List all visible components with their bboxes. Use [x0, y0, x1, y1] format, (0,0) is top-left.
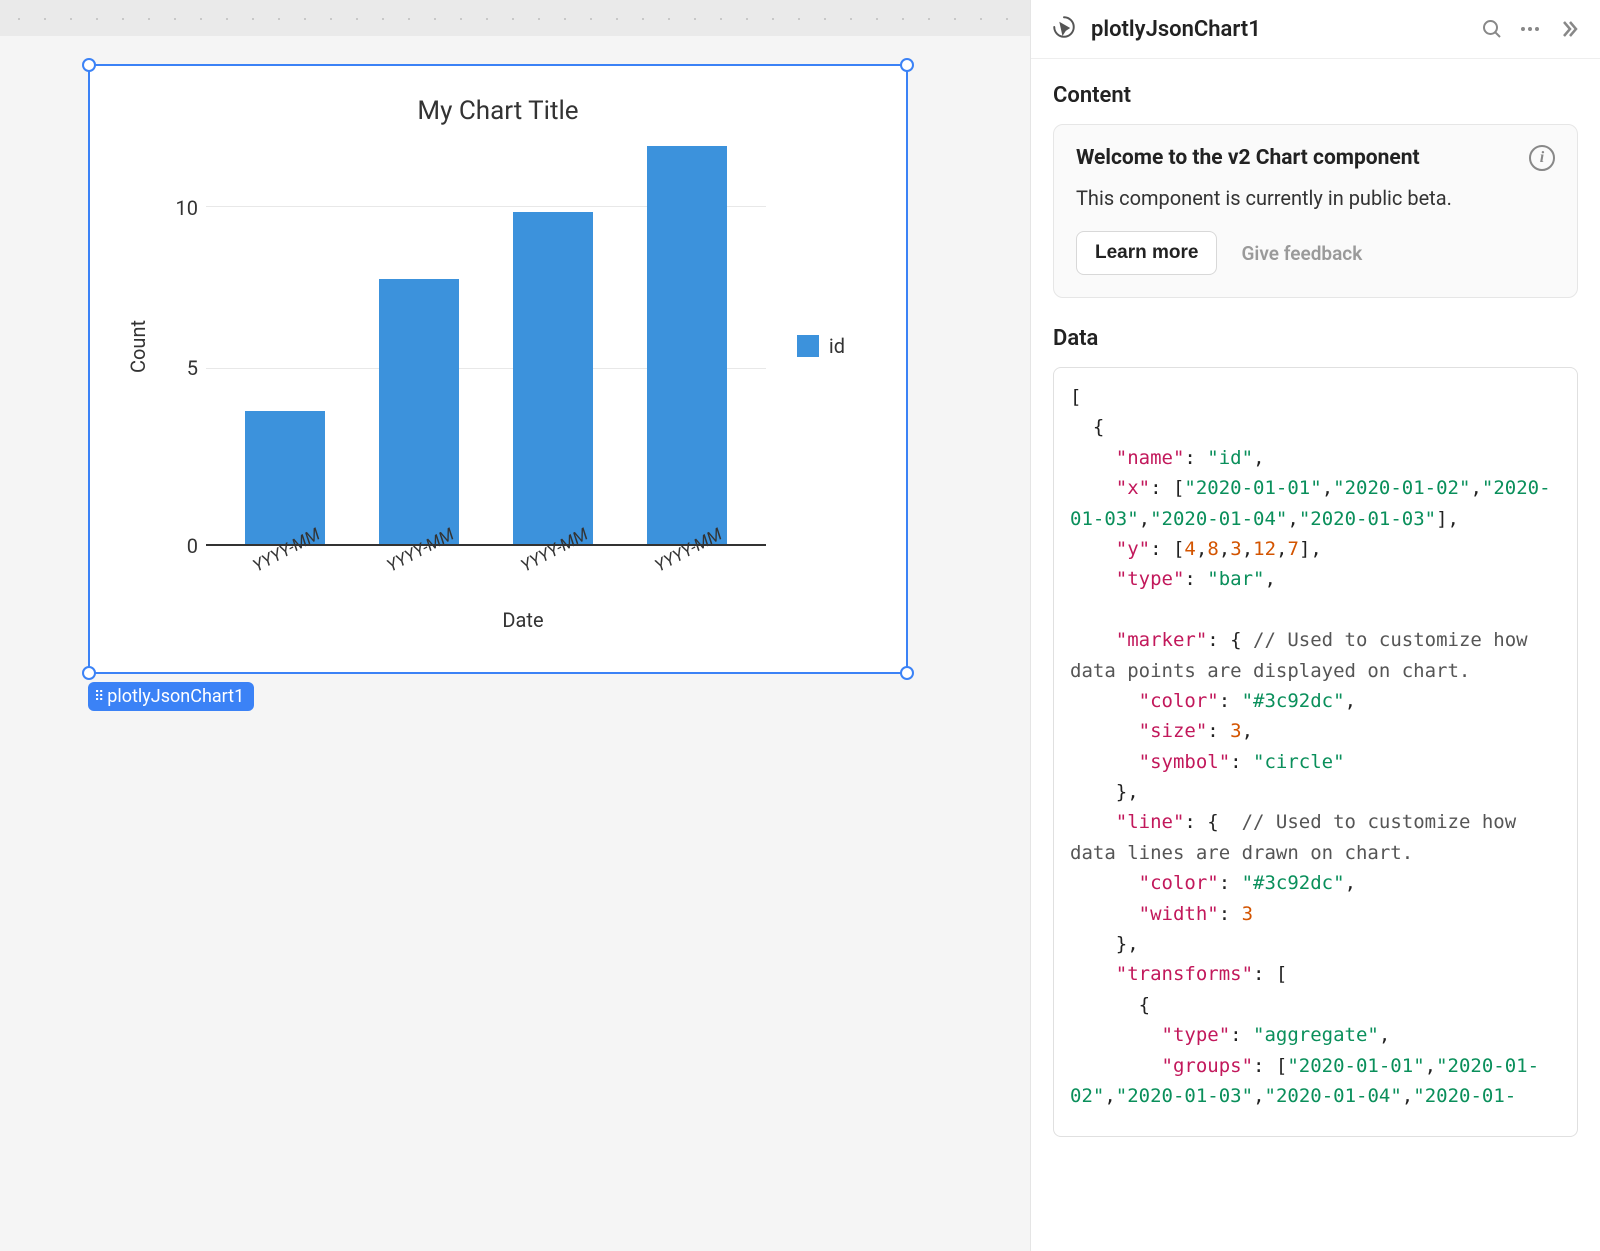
- y-tick: 5: [187, 356, 198, 380]
- chart-bar[interactable]: [379, 279, 459, 544]
- resize-handle-top-left[interactable]: [82, 58, 96, 72]
- learn-more-button[interactable]: Learn more: [1076, 231, 1217, 275]
- component-name-label: plotlyJsonChart1: [107, 686, 244, 707]
- component-cursor-icon: [1051, 14, 1077, 44]
- notice-body: This component is currently in public be…: [1076, 183, 1555, 213]
- chart-component-frame[interactable]: My Chart Title Count 10 5 0: [88, 64, 908, 674]
- drag-grip-icon[interactable]: ⠿: [94, 690, 103, 704]
- chart-title: My Chart Title: [120, 96, 876, 126]
- y-tick: 0: [187, 534, 198, 558]
- canvas-ruler: [0, 0, 1030, 36]
- search-icon[interactable]: [1480, 17, 1504, 41]
- component-name-tag[interactable]: ⠿ plotlyJsonChart1: [88, 682, 254, 711]
- expand-icon[interactable]: [1556, 17, 1580, 41]
- chart: My Chart Title Count 10 5 0: [120, 96, 876, 642]
- y-tick: 10: [176, 196, 198, 220]
- notice-title: Welcome to the v2 Chart component: [1076, 146, 1420, 170]
- more-icon[interactable]: [1518, 17, 1542, 41]
- panel-title: plotlyJsonChart1: [1091, 17, 1466, 42]
- section-data-label: Data: [1053, 326, 1578, 351]
- chart-legend[interactable]: id: [766, 146, 876, 546]
- chart-bar[interactable]: [513, 212, 593, 544]
- info-icon[interactable]: i: [1529, 145, 1555, 171]
- resize-handle-top-right[interactable]: [900, 58, 914, 72]
- give-feedback-link[interactable]: Give feedback: [1241, 242, 1362, 265]
- section-content-label: Content: [1053, 83, 1578, 108]
- legend-swatch: [797, 335, 819, 357]
- chart-y-axis-label: Count: [120, 146, 156, 546]
- panel-header: plotlyJsonChart1: [1031, 0, 1600, 59]
- legend-label: id: [829, 334, 845, 358]
- inspector-panel: plotlyJsonChart1 Content Welcome to the …: [1030, 0, 1600, 1251]
- canvas-area[interactable]: My Chart Title Count 10 5 0: [0, 0, 1030, 1251]
- notice-card: Welcome to the v2 Chart component i This…: [1053, 124, 1578, 298]
- chart-plot-area: YYYY-MM YYYY-MM YYYY-MM YYYY-MM: [206, 146, 766, 546]
- chart-x-axis-label: Date: [170, 608, 876, 632]
- data-code-editor[interactable]: [ { "name": "id", "x": ["2020-01-01","20…: [1053, 367, 1578, 1137]
- chart-y-axis: 10 5 0: [156, 146, 206, 546]
- resize-handle-bottom-left[interactable]: [82, 666, 96, 680]
- resize-handle-bottom-right[interactable]: [900, 666, 914, 680]
- chart-bar[interactable]: [647, 146, 727, 544]
